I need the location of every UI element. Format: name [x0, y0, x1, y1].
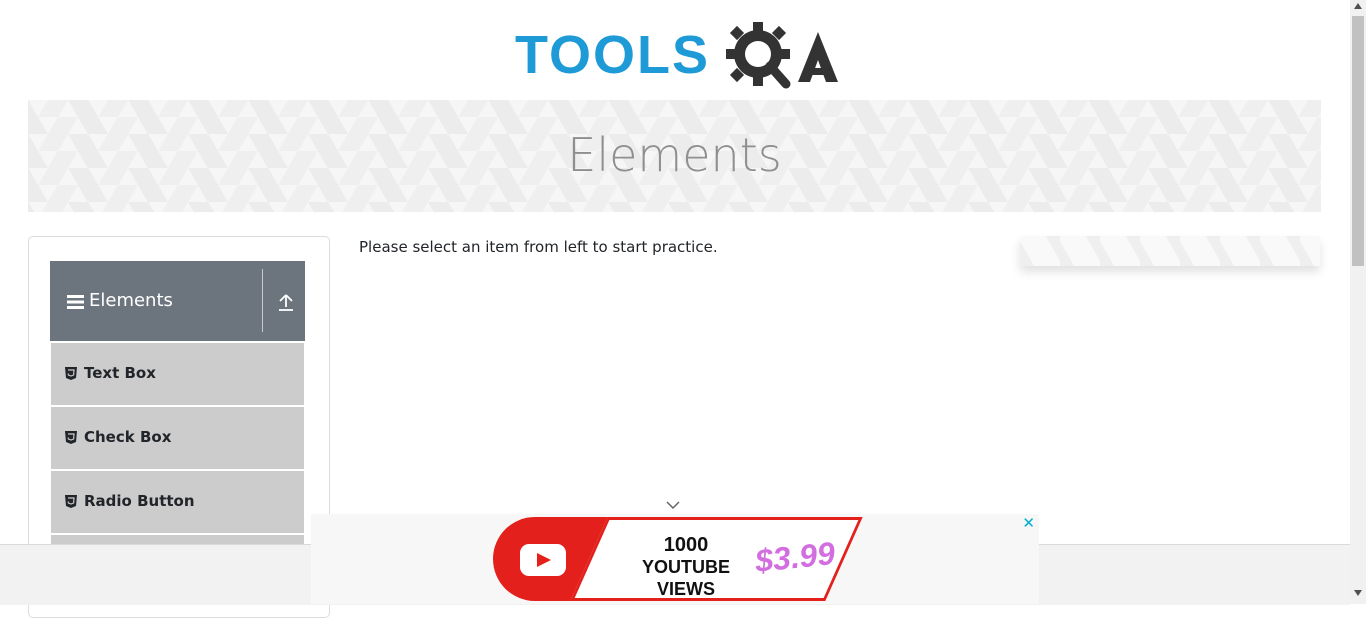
- group-header-elements[interactable]: Elements: [50, 261, 305, 341]
- menu-item-radio-button[interactable]: Radio Button: [51, 471, 304, 533]
- right-ad-banner[interactable]: [1020, 236, 1320, 266]
- menu-item-text-box[interactable]: Text Box: [51, 343, 304, 405]
- html5-icon: [65, 431, 77, 444]
- bottom-ad-banner[interactable]: ✕ 1000 YOUTUBE VIEWS $3.99: [311, 514, 1039, 604]
- html5-icon: [65, 367, 77, 380]
- ad-line1: 1000: [663, 534, 709, 556]
- ad-line2: YOUTUBE VIEWS: [641, 557, 730, 599]
- menu-item-label: Text Box: [84, 364, 156, 382]
- scroll-up-arrow-icon[interactable]: [1354, 3, 1362, 9]
- youtube-promo[interactable]: 1000 YOUTUBE VIEWS $3.99: [493, 517, 863, 601]
- group-header-title: Elements: [89, 290, 173, 311]
- menu-item-check-box[interactable]: Check Box: [51, 407, 304, 469]
- page-title: Elements: [567, 128, 782, 182]
- upload-arrow-icon[interactable]: [278, 293, 294, 311]
- scroll-down-arrow-icon[interactable]: [1354, 590, 1362, 596]
- scroll-thumb[interactable]: [1352, 16, 1364, 266]
- html5-icon: [65, 495, 77, 508]
- instruction-text: Please select an item from left to start…: [359, 238, 718, 256]
- chevron-down-icon[interactable]: [664, 499, 682, 511]
- menu-item-label: Check Box: [84, 428, 172, 446]
- ad-headline: 1000 YOUTUBE VIEWS: [621, 534, 751, 600]
- toolsqa-logo[interactable]: TOOLS: [515, 14, 840, 92]
- page-scrollbar[interactable]: [1350, 0, 1366, 604]
- page-banner: Elements: [28, 100, 1321, 212]
- youtube-play-icon: [520, 544, 566, 576]
- header-divider: [262, 269, 263, 332]
- close-icon[interactable]: ✕: [1022, 514, 1035, 532]
- gear-magnifier-icon: [726, 22, 838, 89]
- bars-icon: [67, 295, 84, 309]
- logo-text: TOOLS: [515, 25, 711, 85]
- menu-item-label: Radio Button: [84, 492, 195, 510]
